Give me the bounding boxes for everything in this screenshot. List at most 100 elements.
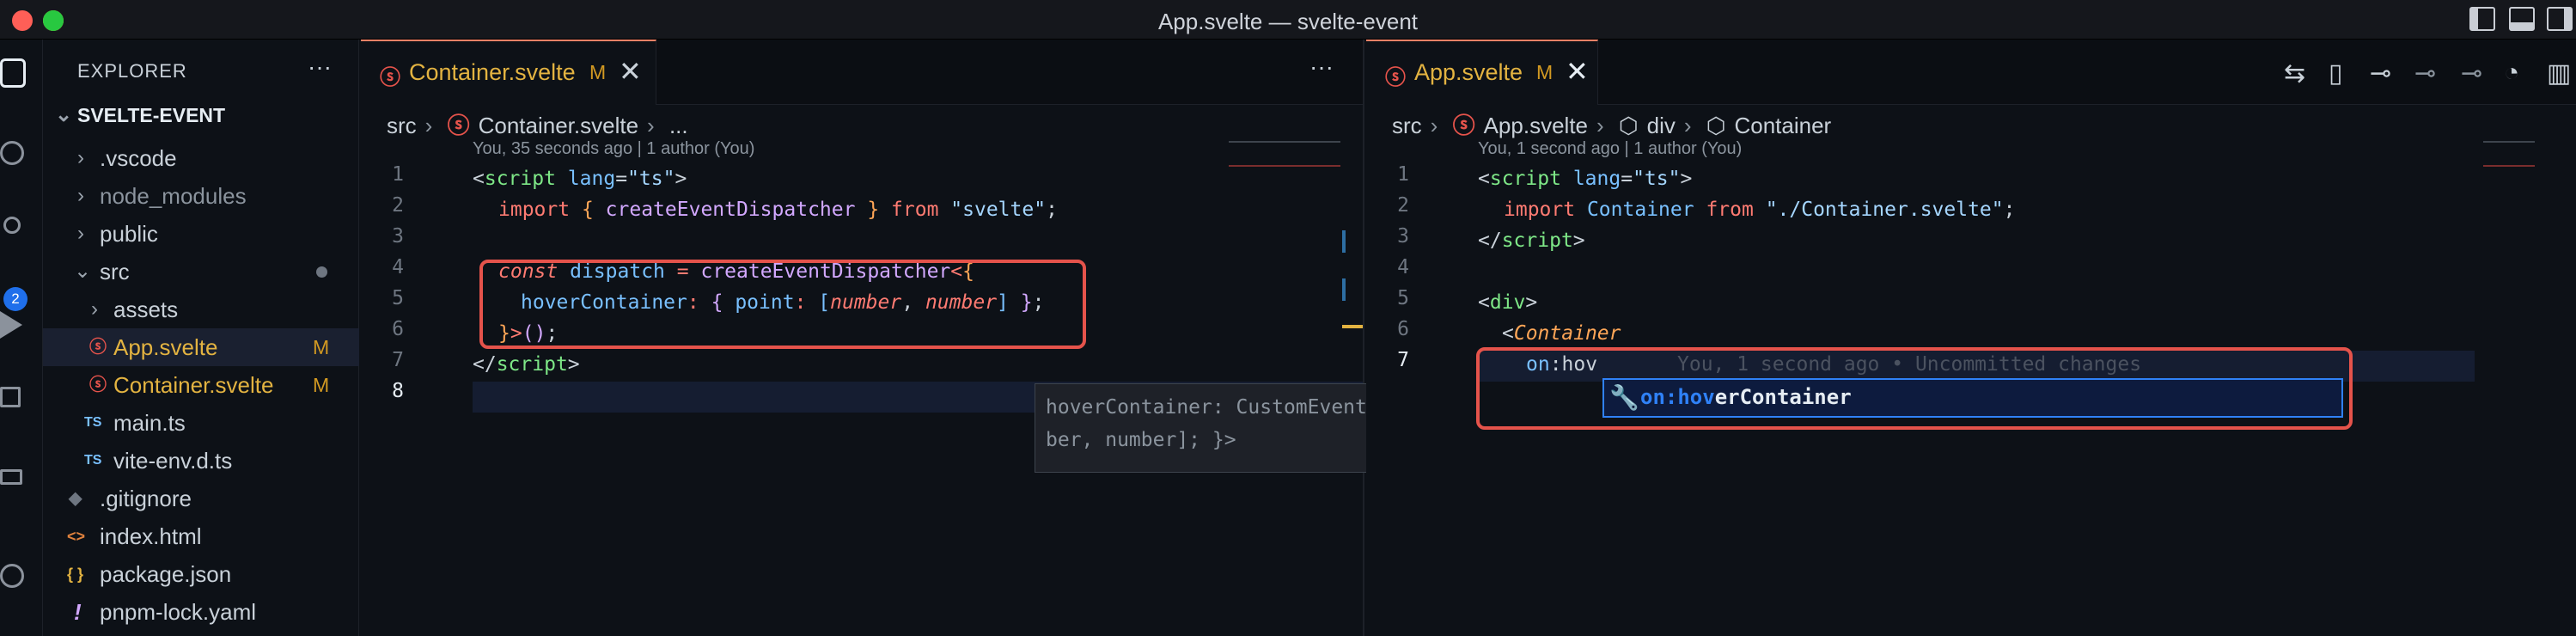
close-tab-icon[interactable]: ✕ [1566,55,1589,88]
gutter-change-marker [1342,325,1363,328]
gutter-change-marker [1342,230,1346,253]
tree-item-public[interactable]: › public [43,215,359,253]
highlight-box [479,260,1086,349]
run-debug-icon[interactable] [0,311,22,339]
git-file-icon: ◆ [69,489,82,508]
open-file-icon[interactable]: ▯ [2329,58,2343,89]
tab-bar: ⓢ App.svelte M ✕ ⇆ ▯ ⊸ ⊸ ⊸ ◔ ▥ [1366,40,2576,105]
code-line: <script lang="ts"> [1478,168,1693,190]
tree-item-label: package.json [100,561,232,587]
tree-item-label: main.ts [113,410,186,436]
tree-item-main-ts[interactable]: TS main.ts [43,404,359,442]
tree-item-container-svelte[interactable]: ⓢ Container.svelte M [43,366,359,404]
html-file-icon: <> [67,528,86,545]
line-number: 7 [392,349,404,371]
tree-item-index-html[interactable]: <> index.html [43,517,359,555]
toggle-secondary-sidebar-icon[interactable] [2547,7,2573,31]
source-control-badge: 2 [3,287,27,311]
timeline-icon[interactable]: ◔ [2504,58,2519,88]
line-number: 2 [392,194,404,217]
line-number: 4 [392,256,404,278]
modified-badge: M [1536,61,1554,83]
tree-item-pnpm-lock[interactable]: ! pnpm-lock.yaml [43,593,359,631]
codelens-blame[interactable]: You, 1 second ago | 1 author (You) [1478,139,1742,159]
modified-badge: M [313,374,330,396]
chevron-right-icon: › [1596,113,1604,138]
tree-item-vscode[interactable]: › .vscode [43,139,359,177]
search-icon[interactable] [0,141,24,165]
tree-item-node-modules[interactable]: › node_modules [43,177,359,215]
tree-item-label: src [100,259,130,284]
tree-item-gitignore[interactable]: ◆ .gitignore [43,480,359,517]
tree-item-label: node_modules [100,183,247,209]
tree-item-label: public [100,221,158,247]
chevron-right-icon: › [1430,113,1438,138]
extensions-icon[interactable] [0,387,21,407]
tree-item-label: assets [113,297,179,322]
line-number: 5 [1397,287,1409,309]
svelte-file-icon: ⓢ [1452,113,1475,138]
minimap[interactable] [2483,141,2535,167]
docker-icon[interactable] [0,469,22,485]
code-line: import Container from "./Container.svelt… [1504,199,2016,221]
breadcrumb-item[interactable]: ... [669,113,688,138]
breadcrumb-item[interactable]: Container [1734,113,1831,138]
tab-container-svelte[interactable]: ⓢ Container.svelte M ✕ [361,40,656,105]
code-line: import { createEventDispatcher } from "s… [498,199,1058,221]
json-file-icon: { } [67,566,84,583]
gutter-change-marker [1342,278,1346,301]
svelte-file-icon: ⓢ [89,376,107,394]
previous-change-icon[interactable]: ⊸ [2414,58,2436,89]
breadcrumb-item[interactable]: src [387,113,417,138]
code-line: <Container [1502,322,1621,345]
close-tab-icon[interactable]: ✕ [619,55,642,88]
right-editor-group: ⓢ App.svelte M ✕ ⇆ ▯ ⊸ ⊸ ⊸ ◔ ▥ src › ⓢ App… [1366,40,2576,636]
line-number: 7 [1397,349,1409,371]
tree-item-app-svelte[interactable]: ⓢ App.svelte M [43,328,359,366]
explorer-more-button[interactable]: ··· [308,53,332,81]
git-commit-icon[interactable]: ⊸ [2370,58,2391,89]
svelte-file-icon: ⓢ [1385,66,1406,89]
breadcrumb-item[interactable]: App.svelte [1484,113,1588,138]
breadcrumb-item[interactable]: Container.svelte [479,113,638,138]
tree-item-vite-env[interactable]: TS vite-env.d.ts [43,442,359,480]
explorer-header: EXPLORER [77,60,187,82]
breadcrumb-item[interactable]: div [1647,113,1676,138]
toggle-panel-icon[interactable] [2509,7,2535,31]
tab-label: Container.svelte [409,59,576,85]
project-name: SVELTE-EVENT [77,104,226,126]
editor-more-button[interactable]: ··· [1309,53,1334,81]
code-line: </script> [473,353,580,376]
split-editor-icon[interactable]: ▥ [2547,58,2571,89]
tree-item-label: Container.svelte [113,372,274,398]
codelens-blame[interactable]: You, 35 seconds ago | 1 author (You) [473,139,754,159]
chevron-right-icon: › [647,113,655,138]
line-number: 6 [1397,318,1409,340]
tree-item-package-json[interactable]: { } package.json [43,555,359,593]
yaml-file-icon: ! [74,599,82,625]
autocomplete-suggestion[interactable]: 🔧 on:hoverContainer [1602,378,2343,418]
suggestion-label: on:hoverContainer [1640,385,1852,409]
chevron-down-icon: ⌄ [55,103,73,126]
line-number: 3 [1397,225,1409,248]
project-folder[interactable]: ⌄ SVELTE-EVENT [43,96,359,134]
chevron-right-icon: › [77,222,84,245]
breadcrumb-item[interactable]: src [1392,113,1422,138]
next-change-icon[interactable]: ⊸ [2461,58,2482,89]
typescript-file-icon: TS [84,453,102,468]
explorer-icon[interactable] [0,58,26,88]
chevron-down-icon: ⌄ [74,260,92,283]
tree-item-assets[interactable]: › assets [43,290,359,328]
tree-item-src[interactable]: ⌄ src [43,253,359,290]
tree-item-label: App.svelte [113,334,218,360]
minimap[interactable] [1229,141,1340,167]
tab-bar: ⓢ Container.svelte M ✕ ··· [361,40,1363,105]
tab-app-svelte[interactable]: ⓢ App.svelte M ✕ [1366,40,1598,105]
remote-explorer-icon[interactable] [0,564,24,588]
open-changes-icon[interactable]: ⇆ [2284,58,2305,89]
toggle-primary-sidebar-icon[interactable] [2469,7,2495,31]
source-control-icon[interactable] [3,217,21,234]
modified-badge: M [313,336,330,358]
activity-bar: 2 [0,40,43,636]
chevron-right-icon: › [77,184,84,207]
